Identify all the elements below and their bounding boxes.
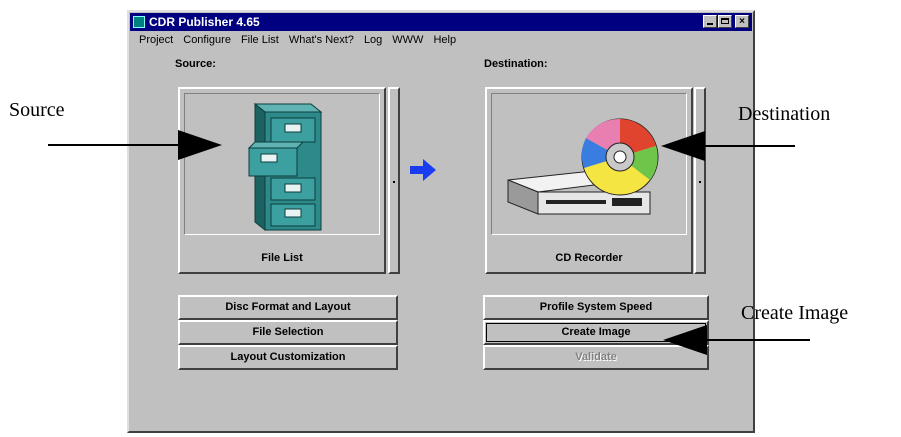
create-image-callout-label: Create Image <box>741 302 849 324</box>
window-title: CDR Publisher 4.65 <box>149 15 260 29</box>
profile-system-speed-button[interactable]: Profile System Speed <box>483 295 709 320</box>
source-panel-frame <box>184 93 380 235</box>
menu-configure[interactable]: Configure <box>183 32 231 48</box>
right-arrow-icon <box>410 159 436 181</box>
destination-callout-label: Destination <box>738 103 831 125</box>
menu-file-list[interactable]: File List <box>241 32 279 48</box>
menu-whats-next[interactable]: What's Next? <box>289 32 354 48</box>
source-scroll-handle[interactable] <box>388 87 400 274</box>
create-image-button[interactable]: Create Image <box>483 320 709 345</box>
maximize-button[interactable] <box>718 15 732 28</box>
destination-panel-caption: CD Recorder <box>555 252 623 264</box>
source-callout-label: Source <box>9 99 65 121</box>
window-controls: × <box>703 15 749 28</box>
cd-recorder-icon <box>507 118 659 215</box>
menu-project[interactable]: Project <box>139 32 173 48</box>
file-selection-button[interactable]: File Selection <box>178 320 398 345</box>
source-label: Source: <box>175 58 216 70</box>
menu-www[interactable]: WWW <box>392 32 423 48</box>
menu-log[interactable]: Log <box>364 32 382 48</box>
app-icon[interactable] <box>133 16 145 28</box>
app-window: CDR Publisher 4.65 × Project Configure F… <box>127 10 755 433</box>
validate-button[interactable]: Validate <box>483 345 709 370</box>
source-panel[interactable]: File List <box>178 87 386 274</box>
destination-label: Destination: <box>484 58 548 70</box>
destination-scroll-handle[interactable] <box>694 87 706 274</box>
menu-bar: Project Configure File List What's Next?… <box>139 32 456 48</box>
layout-customization-button[interactable]: Layout Customization <box>178 345 398 370</box>
destination-panel[interactable]: CD Recorder <box>485 87 693 274</box>
source-panel-caption: File List <box>261 252 303 264</box>
file-cabinet-icon <box>247 102 323 232</box>
title-bar: CDR Publisher 4.65 × <box>130 13 752 31</box>
disc-format-layout-button[interactable]: Disc Format and Layout <box>178 295 398 320</box>
minimize-button[interactable] <box>703 15 717 28</box>
destination-panel-frame <box>491 93 687 235</box>
close-button[interactable]: × <box>735 15 749 28</box>
menu-help[interactable]: Help <box>433 32 456 48</box>
